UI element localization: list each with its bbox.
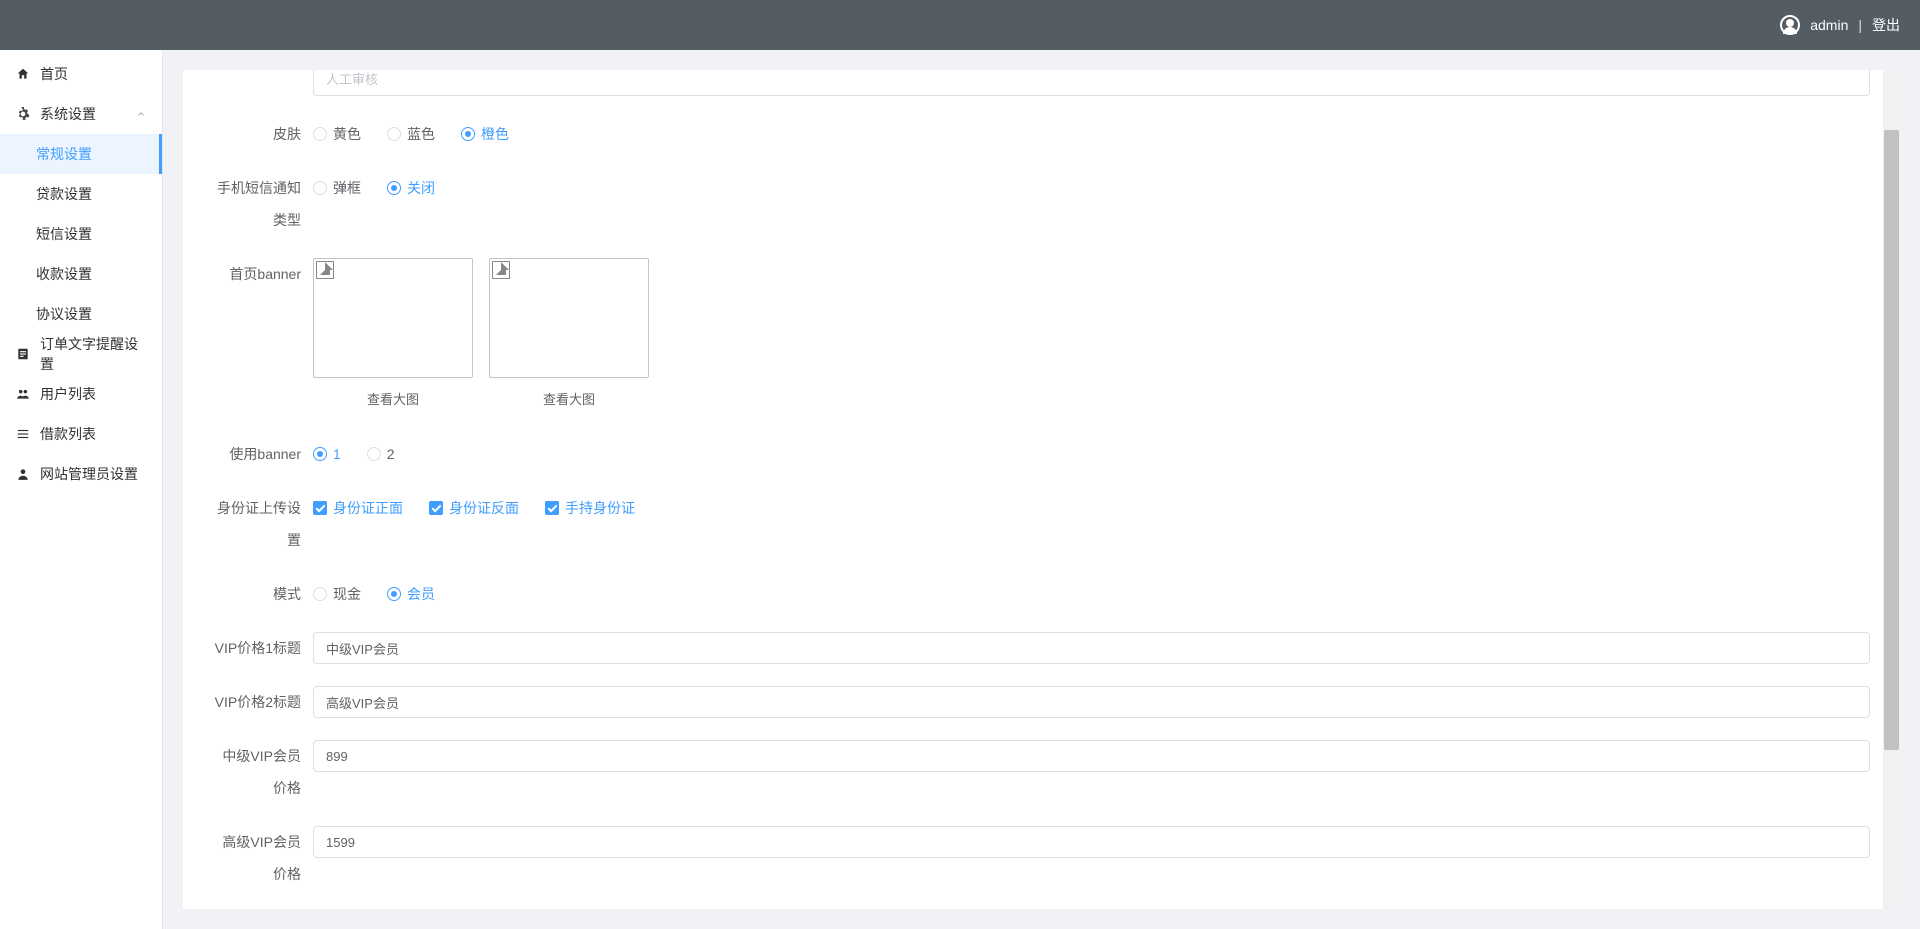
sidebar-item-system[interactable]: 系统设置 [0,94,162,134]
sidebar-item-label: 协议设置 [36,304,92,324]
sidebar-item-general-settings[interactable]: 常规设置 [0,134,162,174]
sidebar-submenu-system: 常规设置 贷款设置 短信设置 收款设置 协议设置 [0,134,162,334]
sidebar-item-label: 常规设置 [36,144,92,164]
form-label-use-banner: 使用banner [213,438,313,470]
input-vip-mid-price[interactable] [313,740,1870,772]
main-panel: _ 人工审核 皮肤 黄色 蓝色 [183,70,1900,909]
scrollbar-thumb[interactable] [1884,130,1899,750]
sidebar-item-label: 系统设置 [40,104,96,124]
radio-skin-blue[interactable]: 蓝色 [387,118,435,150]
radio-label: 会员 [407,578,435,610]
radio-label: 蓝色 [407,118,435,150]
select-value: 人工审核 [326,70,378,96]
sidebar-item-agreement-settings[interactable]: 协议设置 [0,294,162,334]
banner-image-1[interactable] [313,258,473,378]
checkbox-id-front[interactable]: 身份证正面 [313,492,403,524]
input-vip1-title[interactable] [313,632,1870,664]
radio-mode-cash[interactable]: 现金 [313,578,361,610]
broken-image-icon [492,261,510,279]
radio-label: 现金 [333,578,361,610]
radio-label: 弹框 [333,172,361,204]
avatar-icon [1780,15,1800,35]
form-label-vip-high-price: 高级VIP会员价格 [213,826,313,890]
sidebar-item-label: 贷款设置 [36,184,92,204]
sidebar-item-users[interactable]: 用户列表 [0,374,162,414]
sidebar-item-label: 收款设置 [36,264,92,284]
form-label-banner: 首页banner [213,258,313,290]
users-icon [16,387,30,401]
sidebar-item-label: 网站管理员设置 [40,464,138,484]
radio-skin-yellow[interactable]: 黄色 [313,118,361,150]
radio-sms-off[interactable]: 关闭 [387,172,435,204]
document-icon [16,347,30,361]
form-label-id-upload: 身份证上传设置 [213,492,313,556]
logout-link[interactable]: 登出 [1872,15,1900,35]
header-separator: | [1858,17,1862,33]
sidebar-item-label: 用户列表 [40,384,96,404]
form-label-skin: 皮肤 [213,118,313,150]
radio-sms-popup[interactable]: 弹框 [313,172,361,204]
radio-skin-orange[interactable]: 橙色 [461,118,509,150]
sidebar-item-order-text[interactable]: 订单文字提醒设置 [0,334,162,374]
banner-image-2[interactable] [489,258,649,378]
sidebar-item-receipt-settings[interactable]: 收款设置 [0,254,162,294]
form-scroll-area[interactable]: _ 人工审核 皮肤 黄色 蓝色 [183,70,1900,909]
input-vip2-title[interactable] [313,686,1870,718]
form-label-sms-type: 手机短信通知类型 [213,172,313,236]
form-label-vip1-title: VIP价格1标题 [213,632,313,664]
radio-label: 黄色 [333,118,361,150]
person-icon [16,467,30,481]
checkbox-label: 手持身份证 [565,492,635,524]
checkbox-label: 身份证反面 [449,492,519,524]
sidebar: 首页 系统设置 常规设置 贷款设置 短信设置 [0,50,163,929]
top-header: admin | 登出 [0,0,1920,50]
sidebar-item-label: 首页 [40,64,68,84]
form-label-vip-mid-price: 中级VIP会员价格 [213,740,313,804]
sidebar-item-loans[interactable]: 借款列表 [0,414,162,454]
radio-label: 1 [333,438,341,470]
header-username: admin [1810,17,1848,33]
input-vip-high-price[interactable] [313,826,1870,858]
sidebar-item-label: 短信设置 [36,224,92,244]
radio-mode-member[interactable]: 会员 [387,578,435,610]
checkbox-label: 身份证正面 [333,492,403,524]
view-big-link-2[interactable]: 查看大图 [489,378,649,416]
radio-use-banner-2[interactable]: 2 [367,438,395,470]
sidebar-item-home[interactable]: 首页 [0,54,162,94]
checkbox-id-hand[interactable]: 手持身份证 [545,492,635,524]
radio-use-banner-1[interactable]: 1 [313,438,341,470]
chevron-down-icon [136,106,146,122]
sidebar-item-sms-settings[interactable]: 短信设置 [0,214,162,254]
form-label-mode: 模式 [213,578,313,610]
home-icon [16,67,30,81]
review-mode-select[interactable]: 人工审核 [313,70,1870,96]
list-icon [16,427,30,441]
radio-label: 关闭 [407,172,435,204]
radio-label: 2 [387,438,395,470]
checkbox-id-back[interactable]: 身份证反面 [429,492,519,524]
sidebar-item-label: 借款列表 [40,424,96,444]
form-label-vip2-title: VIP价格2标题 [213,686,313,718]
broken-image-icon [316,261,334,279]
radio-label: 橙色 [481,118,509,150]
view-big-link-1[interactable]: 查看大图 [313,378,473,416]
gear-icon [16,107,30,121]
sidebar-item-loan-settings[interactable]: 贷款设置 [0,174,162,214]
sidebar-item-admin[interactable]: 网站管理员设置 [0,454,162,494]
sidebar-item-label: 订单文字提醒设置 [40,334,146,374]
